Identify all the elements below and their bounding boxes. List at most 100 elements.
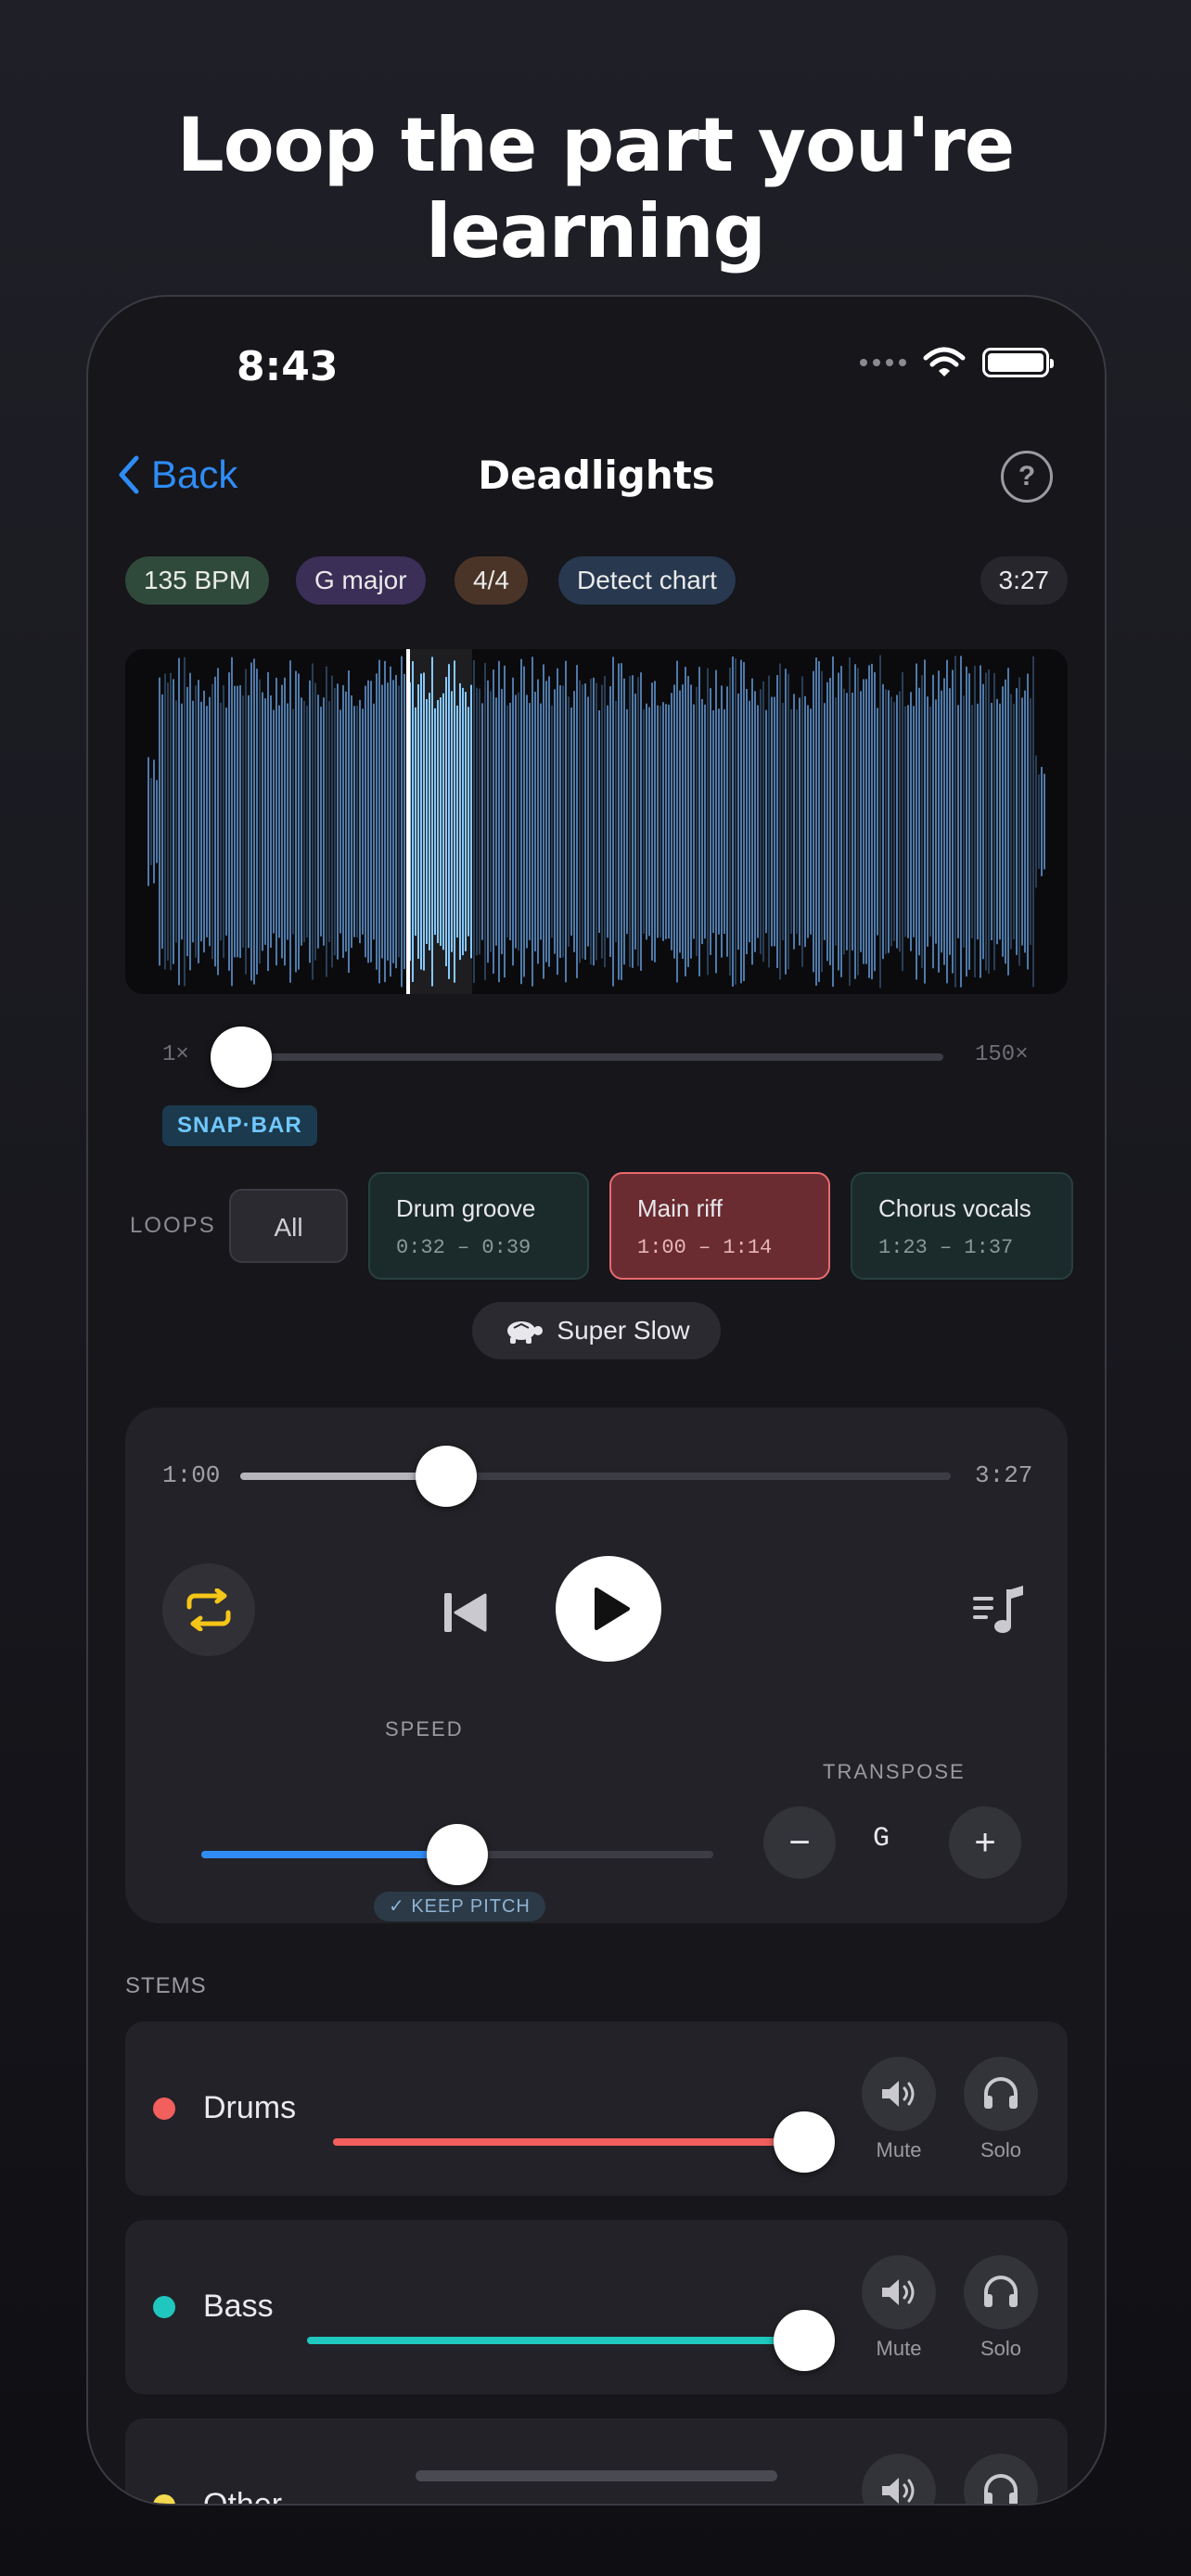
waveform-bar bbox=[320, 707, 322, 937]
speed-knob[interactable] bbox=[427, 1824, 488, 1885]
waveform-bar bbox=[565, 660, 567, 983]
skip-back-button[interactable] bbox=[442, 1591, 489, 1639]
mute-button[interactable] bbox=[862, 2255, 936, 2329]
waveform[interactable] bbox=[125, 649, 1068, 994]
mute-button[interactable] bbox=[862, 2454, 936, 2504]
waveform-bar bbox=[993, 672, 995, 971]
waveform-bar bbox=[657, 705, 659, 938]
loop-region[interactable] bbox=[407, 649, 472, 994]
stem-volume-knob[interactable] bbox=[774, 2310, 835, 2371]
waveform-bar bbox=[612, 657, 614, 987]
waveform-bar bbox=[637, 677, 639, 966]
stem-color-dot bbox=[153, 2494, 175, 2504]
waveform-bar bbox=[879, 655, 881, 988]
waveform-bar bbox=[518, 692, 519, 951]
snap-toggle[interactable]: SNAP·BAR bbox=[162, 1105, 317, 1146]
speaker-icon bbox=[882, 2081, 915, 2107]
solo-button[interactable] bbox=[964, 2255, 1038, 2329]
waveform-bar bbox=[392, 680, 394, 963]
mute-button[interactable] bbox=[862, 2057, 936, 2131]
waveform-bar bbox=[292, 708, 294, 935]
waveform-bar bbox=[999, 703, 1001, 940]
waveform-bar bbox=[495, 697, 497, 946]
waveform-bar bbox=[877, 708, 878, 936]
waveform-bar bbox=[573, 691, 575, 952]
waveform-bar bbox=[337, 683, 339, 960]
battery-icon bbox=[982, 348, 1054, 377]
waveform-bar bbox=[729, 668, 731, 976]
solo-button[interactable] bbox=[964, 2057, 1038, 2131]
super-slow-button[interactable]: Super Slow bbox=[472, 1302, 721, 1359]
waveform-bar bbox=[927, 696, 928, 947]
waveform-bar bbox=[584, 683, 586, 960]
waveform-bar bbox=[351, 695, 352, 949]
waveform-bar bbox=[843, 688, 845, 955]
waveform-bar bbox=[479, 688, 480, 955]
wifi-icon bbox=[923, 347, 966, 376]
waveform-bar bbox=[173, 679, 174, 964]
waveform-bar bbox=[615, 700, 617, 943]
waveform-bar bbox=[863, 679, 864, 964]
turtle-icon bbox=[507, 1321, 544, 1344]
waveform-bar bbox=[303, 700, 305, 943]
waveform-bar bbox=[838, 672, 839, 971]
detect-chart-button[interactable]: Detect chart bbox=[558, 556, 736, 605]
progress-knob[interactable] bbox=[416, 1446, 478, 1507]
loop-all-button[interactable]: All bbox=[229, 1189, 348, 1263]
repeat-button[interactable] bbox=[162, 1563, 255, 1656]
waveform-bar bbox=[643, 709, 645, 934]
waveform-bar bbox=[885, 689, 887, 954]
waveform-bar bbox=[331, 675, 333, 968]
headphones-icon bbox=[984, 2276, 1018, 2307]
transpose-down-button[interactable]: − bbox=[763, 1806, 836, 1879]
status-time: 8:43 bbox=[237, 343, 339, 390]
zoom-track[interactable] bbox=[238, 1053, 943, 1061]
loop-card-chorus-vocals[interactable]: Chorus vocals 1:23 – 1:37 bbox=[851, 1172, 1073, 1280]
waveform-bar bbox=[977, 703, 979, 940]
waveform-bar bbox=[840, 666, 842, 977]
playhead[interactable] bbox=[406, 649, 410, 994]
waveform-bar bbox=[159, 677, 160, 966]
waveform-bar bbox=[974, 666, 976, 977]
stem-name: Drums bbox=[203, 2090, 297, 2125]
waveform-bar bbox=[195, 685, 197, 958]
waveform-bar bbox=[398, 685, 400, 958]
transpose-up-button[interactable]: + bbox=[949, 1806, 1021, 1879]
waveform-bar bbox=[774, 696, 775, 947]
solo-button[interactable] bbox=[964, 2454, 1038, 2504]
loop-card-main-riff[interactable]: Main riff 1:00 – 1:14 bbox=[609, 1172, 830, 1280]
waveform-bar bbox=[387, 682, 389, 961]
waveform-bar bbox=[865, 679, 867, 964]
waveform-bar bbox=[381, 684, 383, 959]
waveform-bar bbox=[273, 709, 275, 934]
stem-volume-knob[interactable] bbox=[774, 2111, 835, 2173]
waveform-bar bbox=[509, 702, 511, 941]
waveform-bar bbox=[813, 670, 814, 973]
chart-button[interactable] bbox=[971, 1584, 1027, 1644]
waveform-bar bbox=[248, 695, 250, 949]
waveform-bar bbox=[164, 673, 166, 970]
headline: Loop the part you're learning bbox=[176, 102, 1015, 274]
waveform-bar bbox=[487, 680, 489, 963]
stem-volume-fill bbox=[333, 2138, 804, 2146]
waveform-bar bbox=[401, 656, 403, 988]
play-button[interactable] bbox=[556, 1556, 661, 1662]
waveform-bar bbox=[484, 662, 486, 981]
waveform-bar bbox=[846, 693, 848, 950]
waveform-bar bbox=[1018, 677, 1020, 966]
loop-card-drum-groove[interactable]: Drum groove 0:32 – 0:39 bbox=[368, 1172, 589, 1280]
waveform-bar bbox=[223, 684, 224, 959]
waveform-bar bbox=[790, 708, 792, 935]
waveform-bar bbox=[696, 686, 698, 957]
waveform-bar bbox=[267, 671, 269, 972]
waveform-bar bbox=[690, 684, 692, 959]
zoom-knob[interactable] bbox=[211, 1027, 272, 1088]
mute-label: Mute bbox=[876, 2337, 922, 2360]
waveform-bar bbox=[807, 705, 809, 938]
help-icon[interactable]: ? bbox=[1001, 451, 1053, 503]
waveform-bar bbox=[854, 664, 856, 979]
zoom-slider[interactable]: 1× 150× bbox=[125, 1027, 1068, 1088]
waveform-bar bbox=[829, 678, 831, 965]
waveform-bar bbox=[818, 661, 820, 982]
keep-pitch-toggle[interactable]: ✓ KEEP PITCH bbox=[374, 1892, 545, 1921]
